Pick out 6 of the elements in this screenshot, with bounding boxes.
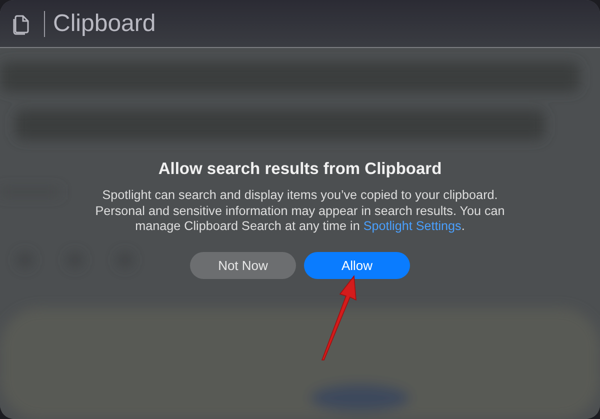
search-field[interactable]: Clipboard <box>53 10 156 38</box>
allow-button[interactable]: Allow <box>304 252 410 278</box>
settings-link[interactable]: Spotlight Settings <box>363 219 462 233</box>
dialog-message: Spotlight can search and display items you’ve copied to your clipboard. Personal and sensitive information may appear in search results. You can manage Clipboard Search at any time in Spotlight Settings. <box>94 188 506 234</box>
dialog-title: Allow search results from Clipboard <box>158 160 442 179</box>
dismiss-button[interactable]: Not Now <box>190 252 296 278</box>
